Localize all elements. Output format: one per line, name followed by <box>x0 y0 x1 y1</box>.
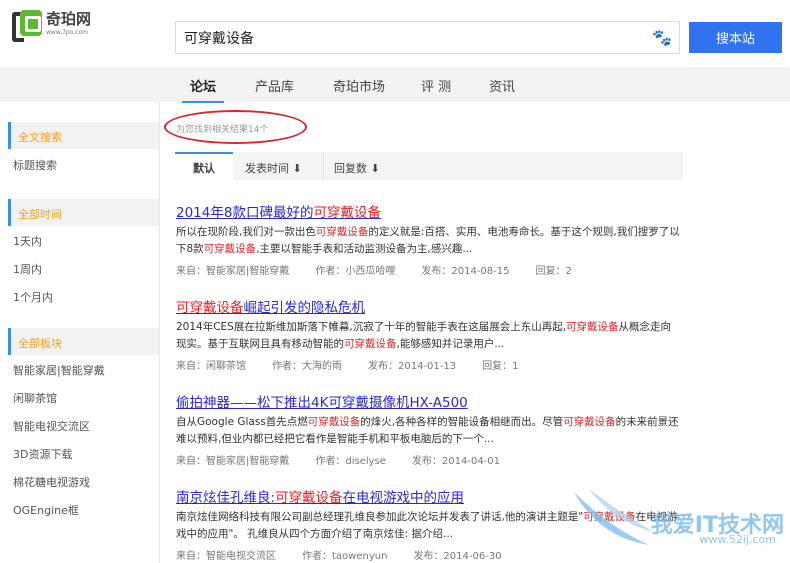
sidebar-item[interactable]: 棉花糖电视游戏 <box>13 474 90 490</box>
tab-forum[interactable]: 论坛 <box>181 76 225 103</box>
result-title-link[interactable]: 可穿戴设备崛起引发的隐私危机 <box>176 296 686 316</box>
highlight-text: 可穿戴设备 <box>344 338 397 350</box>
text-segment: 在电视游戏中的应用 <box>342 490 465 506</box>
search-input[interactable] <box>184 29 651 46</box>
highlight-text: 可穿戴设备 <box>203 243 257 255</box>
highlight-text: 可穿戴设备 <box>315 226 369 238</box>
result-title-link[interactable]: 偷拍神器——松下推出4K可穿戴摄像机HX-A500 <box>176 391 686 411</box>
result-meta-field: 发布：2014-08-15 <box>421 266 510 277</box>
highlight-text: 可穿戴设备 <box>307 416 361 428</box>
search-result: 可穿戴设备崛起引发的隐私危机 2014年CES展在拉斯维加斯落下帷幕,沉寂了十年… <box>176 296 686 372</box>
result-meta: 来自：智能家居|智能穿戴 作者：小西瓜哈哩 发布：2014-08-15 回复：2 <box>176 262 686 277</box>
sidebar-head-boards[interactable]: 全部板块 <box>8 328 159 355</box>
watermark-wing-icon <box>574 489 654 545</box>
result-meta-field: 回复：2 <box>535 266 572 277</box>
watermark: 我爱IT技术网 www.52ij.com <box>569 487 784 555</box>
sidebar-item[interactable]: 3D资源下载 <box>13 446 72 462</box>
watermark-url: www.52ij.com <box>699 533 776 546</box>
site-logo[interactable]: 奇珀网 www.7po.com <box>10 8 91 48</box>
result-meta-field: 来自：智能家居|智能穿戴 <box>176 266 290 277</box>
logo-icon <box>10 8 42 48</box>
sidebar-head-time[interactable]: 全部时间 <box>8 199 159 226</box>
sidebar-item[interactable]: 智能家居|智能穿戴 <box>13 362 105 378</box>
result-meta-field: 回复：1 <box>482 361 519 372</box>
search-result: 2014年8款口碑最好的可穿戴设备 所以在现阶段,我们对一款出色可穿戴设备的定义… <box>176 201 686 277</box>
tab-market[interactable]: 奇珀市场 <box>333 76 385 95</box>
text-segment: 所以在现阶段,我们对一款出色 <box>176 226 316 238</box>
sort-default[interactable]: 默认 <box>175 152 233 180</box>
highlight-text: 可穿戴设备 <box>176 300 244 316</box>
result-meta-field: 来自：智能电视交流区 <box>176 551 276 562</box>
highlight-text: 可穿戴设备 <box>313 205 381 221</box>
nav-bar: 论坛 产品库 奇珀市场 评 测 资讯 <box>0 67 790 103</box>
tab-news[interactable]: 资讯 <box>489 76 515 95</box>
result-meta-field: 发布：2014-06-30 <box>413 551 502 562</box>
baidu-paw-icon[interactable]: 🐾 <box>651 28 673 47</box>
logo-url: www.7po.com <box>46 29 88 36</box>
result-meta-field: 来自：智能家居|智能穿戴 <box>176 456 290 467</box>
result-meta-field: 作者：大海的雨 <box>272 361 342 372</box>
tab-products[interactable]: 产品库 <box>255 76 294 95</box>
sidebar-item[interactable]: 1天内 <box>13 233 42 249</box>
sidebar-item[interactable]: OGEngine框 <box>13 502 79 518</box>
sort-replies[interactable]: 回复数 ⬇ <box>323 152 380 180</box>
text-segment: 南京炫佳网络科技有限公司副总经理孔维良参加此次论坛并发表了讲话,他的演讲主题是" <box>176 511 584 523</box>
result-snippet: 2014年CES展在拉斯维加斯落下帷幕,沉寂了十年的智能手表在这届展会上东山再起… <box>176 319 681 353</box>
highlight-text: 可穿戴设备 <box>566 321 619 333</box>
result-meta-field: 作者：diselyse <box>315 456 386 467</box>
text-segment: 的烽火,各种各样的智能设备相继而出。尽管 <box>360 416 564 428</box>
logo-name: 奇珀网 <box>46 10 92 28</box>
tab-reviews[interactable]: 评 测 <box>421 76 451 95</box>
result-meta: 来自：智能家居|智能穿戴 作者：diselyse 发布：2014-04-01 <box>176 452 686 467</box>
result-meta-field: 作者：小西瓜哈哩 <box>315 266 396 277</box>
search-site-button[interactable]: 搜本站 <box>689 22 782 53</box>
text-segment: 崛起引发的隐私危机 <box>243 300 366 316</box>
sidebar-item[interactable]: 智能电视交流区 <box>13 418 90 434</box>
result-meta-field: 来自：闲聊茶馆 <box>176 361 246 372</box>
text-segment: 2014年8款口碑最好的 <box>176 205 314 221</box>
result-meta: 来自：闲聊茶馆 作者：大海的雨 发布：2014-01-13 回复：1 <box>176 357 686 372</box>
sidebar-item[interactable]: 1周内 <box>13 261 42 277</box>
result-meta-field: 发布：2014-01-13 <box>368 361 457 372</box>
sidebar-item[interactable]: 闲聊茶馆 <box>13 390 57 406</box>
result-meta-field: 作者：taowenyun <box>302 551 388 562</box>
search-box: 🐾 <box>175 21 680 54</box>
sidebar: 全文搜索 标题搜索 全部时间 1天内 1周内 1个月内 全部板块 智能家居|智能… <box>0 102 160 563</box>
sort-bar: 默认 发表时间 ⬇ 回复数 ⬇ <box>175 152 683 180</box>
text-segment: 2014年CES展在拉斯维加斯落下帷幕,沉寂了十年的智能手表在这届展会上东山再起… <box>176 321 567 333</box>
result-snippet: 所以在现阶段,我们对一款出色可穿戴设备的定义就是:百搭、实用、电池寿命长。基于这… <box>176 224 681 258</box>
sidebar-head-fulltext[interactable]: 全文搜索 <box>8 122 159 149</box>
text-segment: ,能够感知并记录用户... <box>396 338 505 350</box>
result-snippet: 自从Google Glass首先点燃可穿戴设备的烽火,各种各样的智能设备相继而出… <box>176 414 681 448</box>
text-segment: ,主要以智能手表和活动监测设备为主,感兴趣... <box>256 243 473 255</box>
annotation-circle <box>164 110 307 144</box>
result-title-link[interactable]: 2014年8款口碑最好的可穿戴设备 <box>176 201 686 221</box>
highlight-text: 可穿戴设备 <box>275 490 343 506</box>
text-segment: 南京炫佳孔维良: <box>176 490 276 506</box>
search-result: 偷拍神器——松下推出4K可穿戴摄像机HX-A500 自从Google Glass… <box>176 391 686 467</box>
result-meta-field: 发布：2014-04-01 <box>411 456 501 467</box>
sidebar-item[interactable]: 1个月内 <box>13 289 53 305</box>
sidebar-item[interactable]: 标题搜索 <box>13 157 57 173</box>
text-segment: 自从Google Glass首先点燃 <box>176 416 308 428</box>
highlight-text: 可穿戴设备 <box>563 416 616 428</box>
text-segment: 偷拍神器——松下推出4K可穿戴摄像机HX-A500 <box>176 395 468 411</box>
sort-time[interactable]: 发表时间 ⬇ <box>245 152 302 180</box>
